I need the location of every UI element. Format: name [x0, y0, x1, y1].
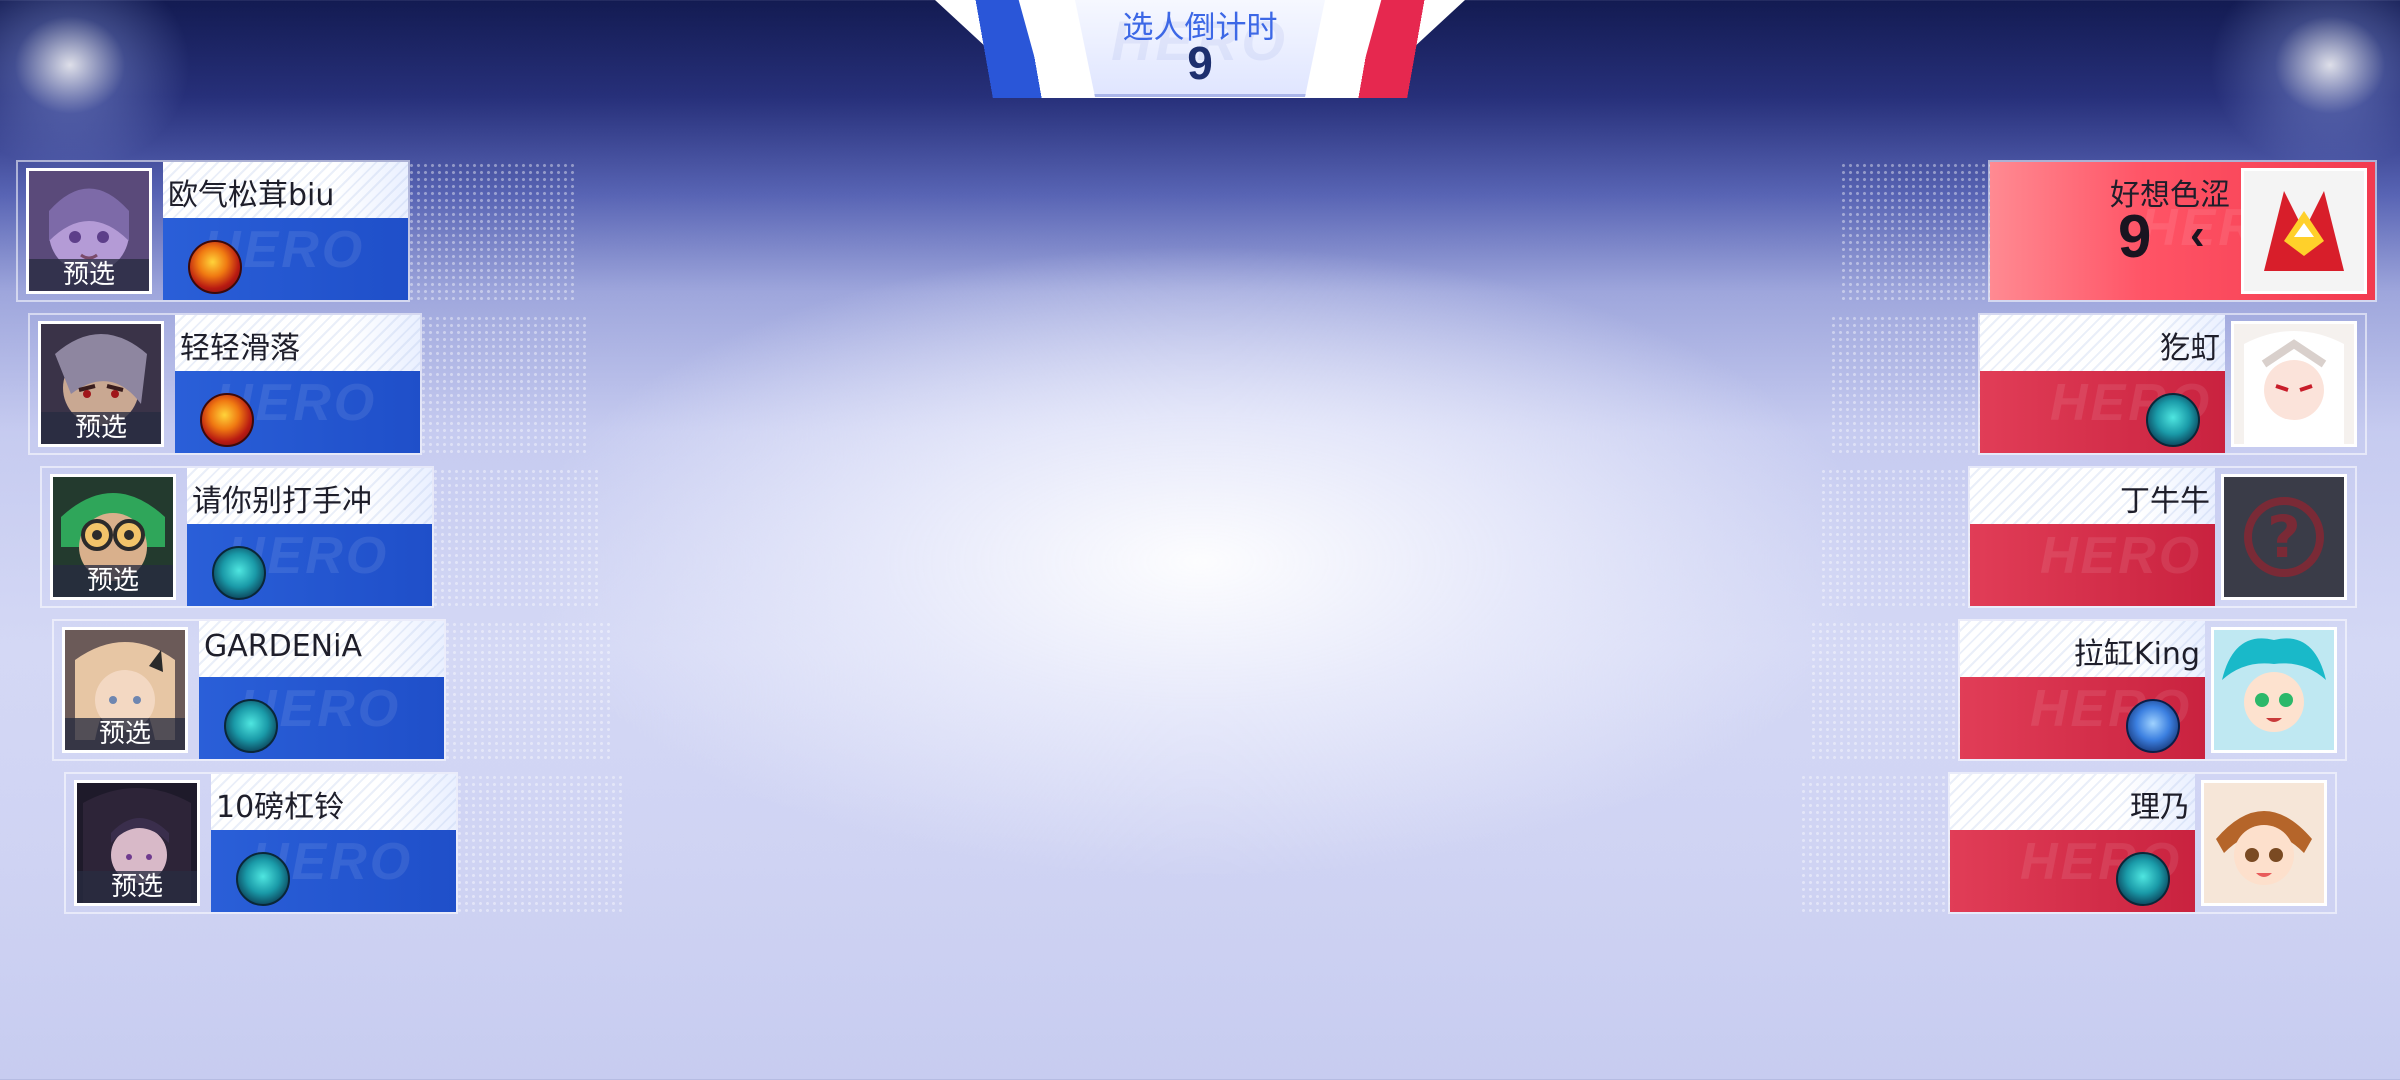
red-player-row-4[interactable]: HERO 拉缸King: [1810, 621, 2350, 759]
hero-portrait: 预选: [38, 321, 164, 447]
player-name: 犵虰: [2160, 331, 2220, 366]
blue-player-row-3[interactable]: 预选 HERO 请你别打手冲: [42, 468, 602, 606]
hero-portrait: 预选: [74, 780, 200, 906]
hero-portrait: [2241, 168, 2367, 294]
ice-spell-icon: [2126, 699, 2180, 753]
hero-portrait: 预选: [50, 474, 176, 600]
hero-portrait: [2211, 627, 2337, 753]
player-name: 请你别打手冲: [192, 484, 372, 519]
pick-countdown-timer: HERO 选人倒计时 9: [935, 0, 1465, 98]
preselect-label: 预选: [65, 718, 185, 750]
sprint-spell-icon: [236, 852, 290, 906]
sprint-spell-icon: [212, 546, 266, 600]
player-name: 轻轻滑落: [180, 331, 300, 366]
flash-spell-icon: [200, 393, 254, 447]
red-player-row-1-active[interactable]: HERO 好想色涩 9 ‹: [1840, 162, 2380, 300]
preselect-label: 预选: [41, 412, 161, 444]
right-spotlight: [2200, 0, 2400, 180]
player-name: 拉缸King: [2073, 637, 2200, 672]
blue-player-row-5[interactable]: 预选 HERO 10磅杠铃: [66, 774, 626, 912]
preselect-label: 预选: [53, 565, 173, 597]
red-player-row-5[interactable]: HERO 理乃: [1800, 774, 2340, 912]
preselect-label: 预选: [77, 871, 197, 903]
player-name: GARDENiA: [204, 629, 362, 664]
flash-spell-icon: [188, 240, 242, 294]
unknown-hero-icon: ?: [2221, 474, 2347, 600]
hero-portrait: [2231, 321, 2357, 447]
player-name: 欧气松茸biu: [168, 178, 335, 213]
timer-count: 9: [1187, 37, 1213, 89]
svg-text:?: ?: [2267, 503, 2301, 571]
player-name: 好想色涩: [2110, 178, 2230, 213]
player-name: 理乃: [2130, 790, 2190, 825]
hero-portrait: [2201, 780, 2327, 906]
player-name: 丁牛牛: [2120, 484, 2210, 519]
blue-player-row-1[interactable]: 预选 HERO 欧气松茸biu: [18, 162, 578, 300]
hero-portrait: 预选: [62, 627, 188, 753]
sprint-spell-icon: [224, 699, 278, 753]
sprint-spell-icon: [2116, 852, 2170, 906]
hero-portrait: 预选: [26, 168, 152, 294]
sprint-spell-icon: [2146, 393, 2200, 447]
red-player-row-2[interactable]: HERO 犵虰: [1830, 315, 2370, 453]
player-name: 10磅杠铃: [216, 790, 345, 825]
left-spotlight: [0, 0, 200, 180]
red-player-row-3[interactable]: HERO 丁牛牛 ?: [1820, 468, 2360, 606]
blue-player-row-4[interactable]: 预选 HERO GARDENiA: [54, 621, 614, 759]
chevron-left-icon: ‹: [2190, 210, 2205, 259]
blue-player-row-2[interactable]: 预选 HERO 轻轻滑落: [30, 315, 590, 453]
preselect-label: 预选: [29, 259, 149, 291]
